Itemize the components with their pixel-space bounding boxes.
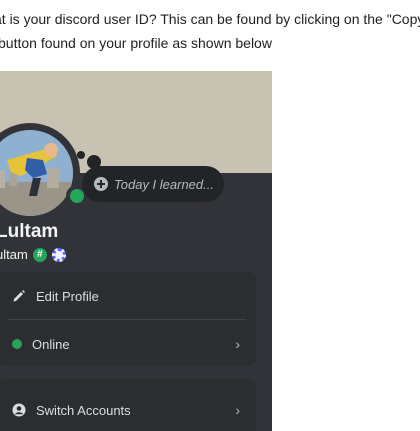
username-row: ultam # [0, 247, 66, 262]
custom-status-placeholder: Today I learned... [114, 176, 214, 192]
switch-accounts-label: Switch Accounts [36, 402, 131, 418]
question-line-2: button found on your profile as shown be… [0, 35, 272, 51]
gear-badge-icon[interactable] [51, 247, 66, 262]
menu-divider [8, 319, 246, 320]
chevron-right-icon: › [235, 402, 240, 418]
account-actions-group: Switch Accounts › [0, 379, 256, 431]
add-status-icon [94, 177, 108, 191]
username: ultam [0, 247, 28, 262]
thought-bubble-dot-small [77, 151, 85, 159]
question-line-1: at is your discord user ID? This can be … [0, 11, 420, 27]
online-dot-icon [12, 339, 22, 349]
question-text: at is your discord user ID? This can be … [0, 0, 420, 54]
pencil-icon [13, 290, 25, 302]
profile-popout: Today I learned... Lultam ultam # Edit P… [0, 71, 272, 431]
online-label: Online [32, 336, 70, 352]
avatar-art-icon [0, 130, 73, 216]
avatar[interactable] [0, 130, 73, 216]
account-icon [12, 403, 26, 417]
display-name: Lultam [0, 221, 59, 242]
edit-profile-button[interactable]: Edit Profile [0, 273, 256, 319]
chevron-right-icon: › [235, 336, 240, 352]
custom-status-bubble[interactable]: Today I learned... [82, 166, 224, 202]
switch-accounts-button[interactable]: Switch Accounts › [0, 387, 256, 431]
hash-badge-icon[interactable]: # [32, 247, 47, 262]
profile-actions-group: Edit Profile Online › [0, 272, 256, 366]
status-selector-online[interactable]: Online › [0, 321, 256, 367]
edit-profile-label: Edit Profile [36, 288, 99, 304]
